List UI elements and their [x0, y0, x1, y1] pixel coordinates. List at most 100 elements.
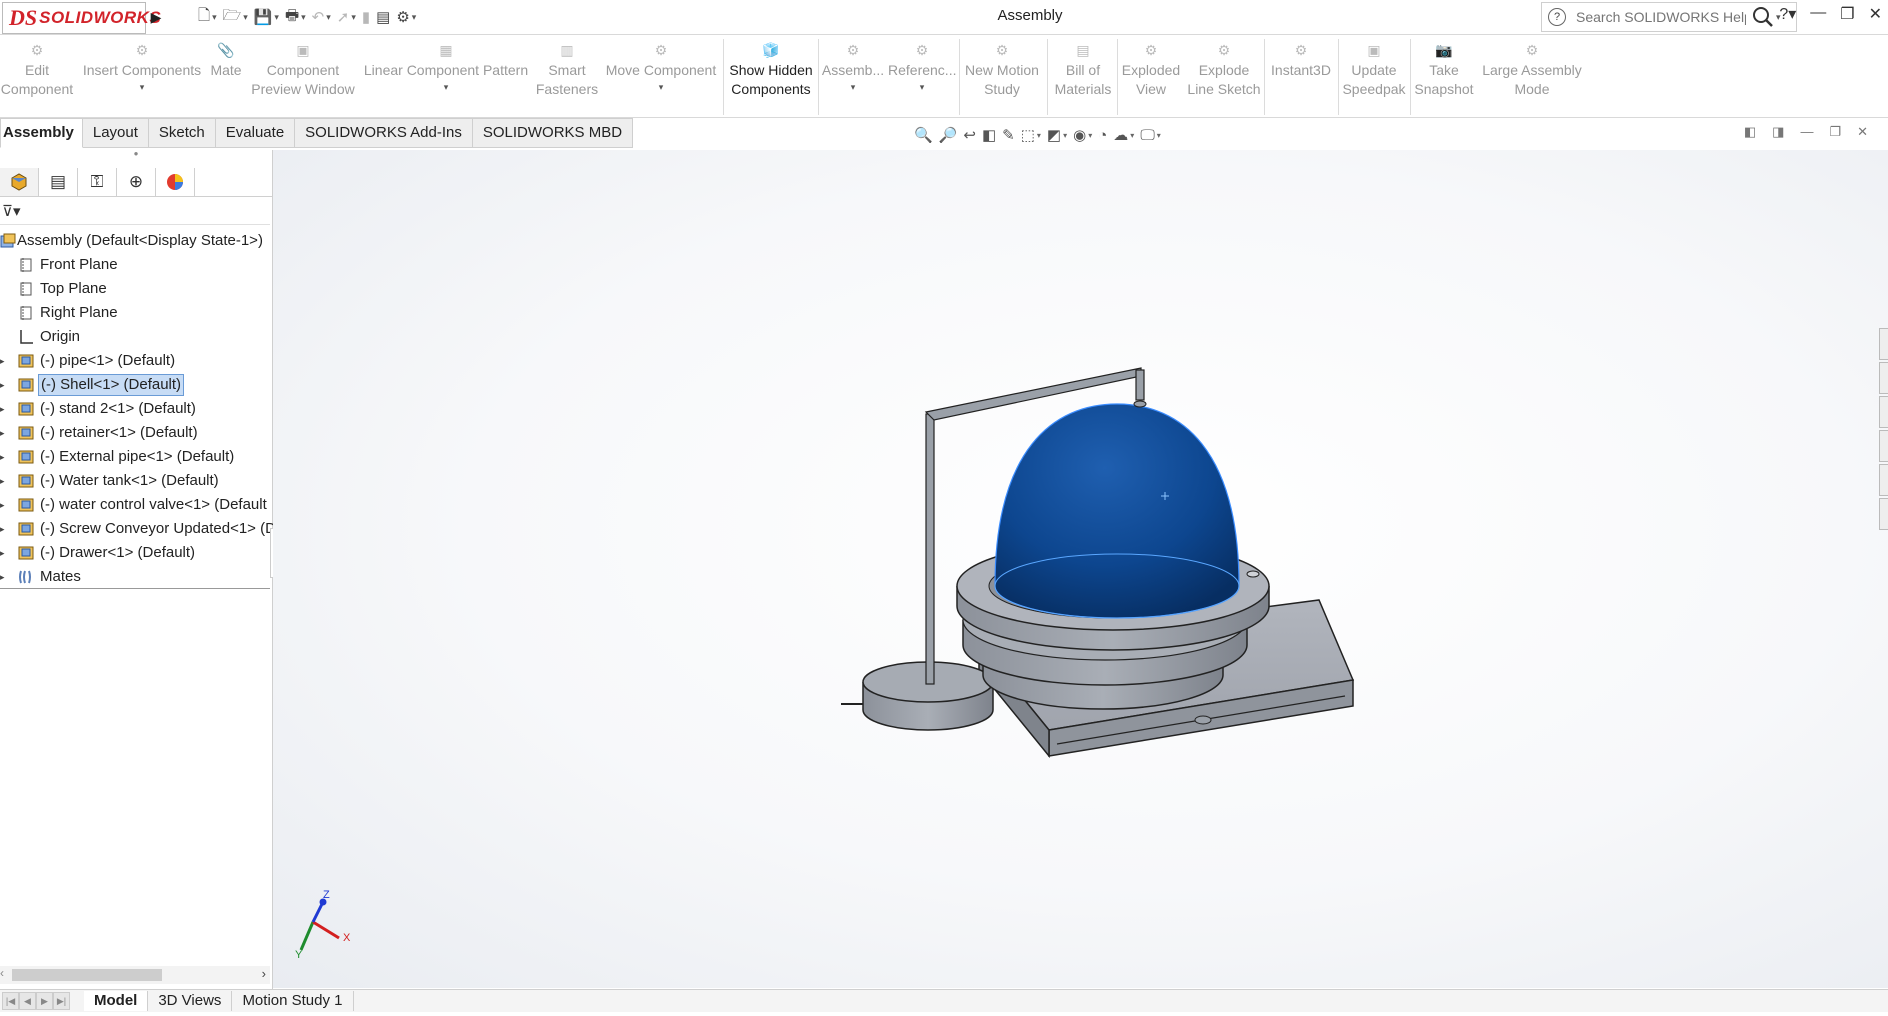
- rebuild-icon[interactable]: ▮: [362, 8, 370, 26]
- water-tank[interactable]: [841, 661, 994, 731]
- exploded-view-button[interactable]: ⚙ Exploded View: [1120, 41, 1182, 99]
- next-tab-arrow-icon[interactable]: ▶: [36, 992, 53, 1010]
- tree-component[interactable]: ▸ (-) External pipe<1> (Default): [0, 446, 272, 470]
- first-tab-arrow-icon[interactable]: |◀: [2, 992, 19, 1010]
- expand-arrow-icon[interactable]: ▸: [0, 422, 8, 444]
- tab-3d-views[interactable]: 3D Views: [148, 991, 233, 1011]
- smart-fasteners-button[interactable]: ▥ Smart Fasteners: [534, 41, 600, 99]
- take-snapshot-button[interactable]: 📷 Take Snapshot: [1412, 41, 1476, 99]
- close-icon[interactable]: ✕: [1869, 4, 1882, 24]
- dropdown-arrow-icon[interactable]: ▾: [80, 78, 204, 97]
- assembly-model[interactable]: Z X Y: [273, 150, 1888, 988]
- dropdown-arrow-icon[interactable]: ▾: [1063, 131, 1067, 140]
- prev-tab-arrow-icon[interactable]: ◀: [19, 992, 36, 1010]
- dropdown-arrow-icon[interactable]: ▾: [602, 78, 720, 97]
- dropdown-arrow-icon[interactable]: ▾: [1130, 131, 1134, 140]
- shell-dome[interactable]: [994, 400, 1240, 619]
- tab-addins[interactable]: SOLIDWORKS Add-Ins: [295, 118, 473, 148]
- expand-arrow-icon[interactable]: ▸: [0, 542, 8, 564]
- hide-show-items-icon[interactable]: ◉: [1073, 126, 1086, 144]
- menu-expand-arrow-icon[interactable]: ▶: [148, 6, 164, 28]
- options-gear-icon[interactable]: ⚙ ▾: [396, 8, 416, 26]
- scroll-right-arrow-icon[interactable]: ›: [262, 966, 266, 981]
- restore-icon[interactable]: ❐: [1840, 4, 1854, 24]
- panel-splitter-handle[interactable]: ●: [0, 150, 272, 160]
- viewport-minimize-icon[interactable]: —: [1800, 124, 1813, 140]
- section-view-icon[interactable]: ◧: [982, 126, 996, 144]
- help-search-box[interactable]: ? ▾: [1541, 2, 1797, 32]
- minimize-icon[interactable]: —: [1810, 4, 1826, 24]
- expand-arrow-icon[interactable]: ▸: [0, 350, 8, 372]
- dropdown-arrow-icon[interactable]: ▾: [1157, 131, 1161, 140]
- apply-scene-icon[interactable]: ☁: [1113, 126, 1128, 144]
- print-icon[interactable]: 🖶 ▾: [285, 5, 306, 30]
- task-pane-tab[interactable]: [1879, 430, 1888, 462]
- configurationmanager-tab-icon[interactable]: ⚿: [78, 168, 117, 196]
- dynamic-annotation-icon[interactable]: ✎: [1002, 126, 1015, 144]
- zoom-to-fit-icon[interactable]: 🔍: [914, 126, 933, 144]
- tree-component[interactable]: ▸ (-) Water tank<1> (Default): [0, 470, 272, 494]
- file-properties-icon[interactable]: ▤: [376, 8, 390, 26]
- explode-line-sketch-button[interactable]: ⚙ Explode Line Sketch: [1186, 41, 1262, 99]
- insert-components-button[interactable]: ⚙ Insert Components ▾: [80, 41, 204, 97]
- scrollbar-thumb[interactable]: [12, 969, 162, 981]
- dropdown-arrow-icon[interactable]: ▾: [360, 78, 532, 97]
- expand-arrow-icon[interactable]: ▸: [0, 470, 8, 492]
- tree-component[interactable]: ▸ (-) stand 2<1> (Default): [0, 398, 272, 422]
- mate-button[interactable]: 📎 Mate: [206, 41, 246, 80]
- task-pane-tab[interactable]: [1879, 464, 1888, 496]
- assembly-features-button[interactable]: ⚙ Assemb... ▾: [820, 41, 886, 97]
- bill-of-materials-button[interactable]: ▤ Bill of Materials: [1050, 41, 1116, 99]
- reference-geometry-button[interactable]: ⚙ Referenc... ▾: [888, 41, 956, 97]
- view-orientation-icon[interactable]: ⬚: [1021, 126, 1035, 144]
- tree-component[interactable]: ▸ (-) retainer<1> (Default): [0, 422, 272, 446]
- undo-icon[interactable]: ↶ ▾: [312, 8, 331, 26]
- expand-arrow-icon[interactable]: ▸: [0, 446, 8, 468]
- expand-arrow-icon[interactable]: ▸: [0, 374, 8, 396]
- viewport-restore-icon[interactable]: ❐: [1829, 124, 1841, 140]
- task-pane-tab[interactable]: [1879, 362, 1888, 394]
- component-preview-window-button[interactable]: ▣ Component Preview Window: [250, 41, 356, 99]
- solidworks-logo[interactable]: DS SOLIDWORKS: [2, 2, 161, 34]
- select-pointer-icon[interactable]: ➚ ▾: [337, 8, 356, 26]
- search-icon[interactable]: [1752, 6, 1774, 28]
- split-left-icon[interactable]: ◧: [1744, 124, 1756, 140]
- instant3d-button[interactable]: ⚙ Instant3D: [1266, 41, 1336, 80]
- open-folder-icon[interactable]: 🗁 ▾: [223, 5, 248, 30]
- dropdown-arrow-icon[interactable]: ▾: [1037, 131, 1041, 140]
- dropdown-arrow-icon[interactable]: ▾: [1088, 131, 1092, 140]
- task-pane-tab[interactable]: [1879, 498, 1888, 530]
- update-speedpak-button[interactable]: ▣ Update Speedpak: [1340, 41, 1408, 99]
- help-search-input[interactable]: [1574, 8, 1748, 26]
- tree-item-top-plane[interactable]: Top Plane: [0, 278, 272, 302]
- tree-component-selected[interactable]: ▸ (-) Shell<1> (Default): [0, 374, 272, 398]
- zoom-to-area-icon[interactable]: 🔎: [939, 126, 958, 144]
- panel-horizontal-scrollbar[interactable]: ‹ ›: [0, 966, 270, 984]
- tree-component[interactable]: ▸ (-) Drawer<1> (Default): [0, 542, 272, 566]
- tree-item-front-plane[interactable]: Front Plane: [0, 254, 272, 278]
- save-icon[interactable]: 💾 ▾: [254, 8, 279, 26]
- expand-arrow-icon[interactable]: ▸: [0, 494, 8, 516]
- display-style-icon[interactable]: ◩: [1047, 126, 1061, 144]
- tab-layout[interactable]: Layout: [82, 118, 149, 148]
- help-menu-icon[interactable]: ?▾: [1779, 4, 1796, 24]
- task-pane-tab[interactable]: [1879, 396, 1888, 428]
- tab-model[interactable]: Model: [84, 991, 149, 1011]
- new-motion-study-button[interactable]: ⚙ New Motion Study: [962, 41, 1042, 99]
- filter-icon[interactable]: ⊽▾: [2, 202, 21, 220]
- tree-component[interactable]: ▸ (-) water control valve<1> (Default: [0, 494, 272, 518]
- expand-arrow-icon[interactable]: ▸: [0, 566, 8, 588]
- new-document-icon[interactable]: 🗋 ▾: [198, 5, 217, 30]
- tree-component[interactable]: ▸ (-) pipe<1> (Default): [0, 350, 272, 374]
- tree-root-assembly[interactable]: Assembly (Default<Display State-1>): [0, 230, 272, 254]
- tree-filter[interactable]: ⊽▾: [0, 198, 270, 225]
- graphics-area[interactable]: Z X Y: [273, 150, 1888, 988]
- edit-component-button[interactable]: ⚙ Edit Component: [0, 41, 74, 99]
- tab-sketch[interactable]: Sketch: [148, 118, 216, 148]
- dropdown-arrow-icon[interactable]: ▾: [820, 78, 886, 97]
- featuremanager-tab-icon[interactable]: [0, 168, 39, 196]
- edit-appearance-icon[interactable]: ◔: [1098, 127, 1107, 144]
- move-component-button[interactable]: ⚙ Move Component ▾: [602, 41, 720, 97]
- propertymanager-tab-icon[interactable]: ▤: [39, 168, 78, 196]
- split-right-icon[interactable]: ◨: [1772, 124, 1784, 140]
